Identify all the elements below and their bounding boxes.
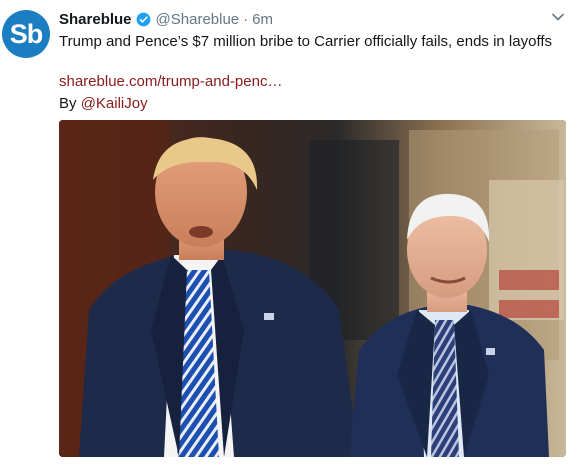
display-name[interactable]: Shareblue (59, 11, 132, 28)
separator-dot: · (243, 10, 249, 28)
avatar-logo-text: Sb (9, 18, 44, 49)
article-link[interactable]: shareblue.com/trump-and-penc… (59, 73, 282, 90)
chevron-down-icon[interactable] (552, 13, 564, 21)
author-mention[interactable]: @KailiJoy (81, 95, 148, 112)
photo-image (59, 120, 566, 457)
tweet-photo[interactable] (59, 120, 566, 457)
verified-badge-icon (136, 12, 150, 26)
timestamp[interactable]: 6m (252, 11, 273, 28)
byline-prefix: By (59, 95, 81, 112)
avatar[interactable]: Sb (2, 10, 50, 58)
tweet-header: Shareblue @Shareblue · 6m (59, 9, 564, 29)
user-handle[interactable]: @Shareblue (156, 11, 240, 28)
tweet-content: Shareblue @Shareblue · 6m Trump and Penc… (59, 9, 564, 114)
byline: By @KailiJoy (59, 94, 564, 114)
tweet-text: Trump and Pence’s $7 million bribe to Ca… (59, 33, 553, 50)
